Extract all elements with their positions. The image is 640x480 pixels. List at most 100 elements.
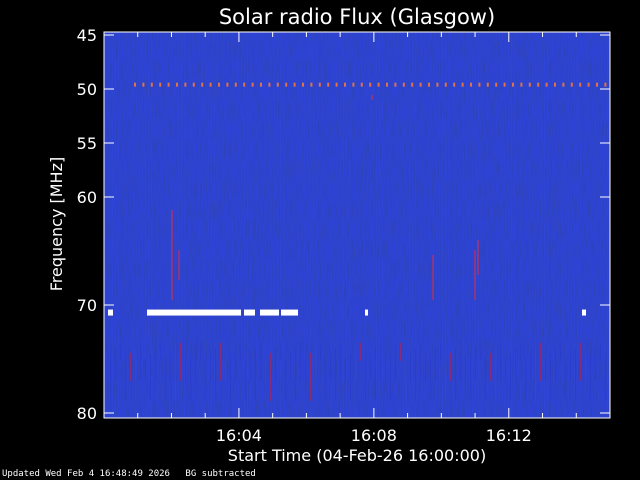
noise-streak [412,33,413,417]
noise-streak [397,33,398,417]
noise-streak [352,33,353,417]
noise-streak [298,33,299,417]
noise-streak [472,33,473,417]
interference-dot [192,82,195,87]
lower-speckle [590,352,591,401]
noise-streak [307,33,308,417]
lower-speckle [150,352,151,401]
noise-streak [526,33,527,417]
noise-streak [556,33,557,417]
noise-streak [211,33,212,417]
interference-dot [251,82,254,87]
noise-streak [181,33,182,417]
x-tick-label: 16:12 [486,426,532,445]
lower-speckle [360,342,361,361]
plot-area [103,31,611,419]
burst-trace [474,250,476,300]
noise-streak [121,33,122,417]
noise-streak [406,33,407,417]
noise-streak [553,33,554,417]
noise-streak [508,33,509,417]
interference-dot [402,82,405,87]
noise-streak [388,33,389,417]
spectrogram-noise [104,32,610,418]
noise-streak [433,33,434,417]
lower-speckle [165,357,166,401]
interference-dot [360,82,363,87]
interference-dot [268,82,271,87]
noise-streak [268,33,269,417]
lower-speckle [445,357,446,401]
noise-streak [241,33,242,417]
interference-dot [285,82,288,87]
lower-speckle [195,347,196,381]
x-tick-label: 16:04 [216,426,262,445]
noise-streak [451,33,452,417]
interference-dot [176,82,178,87]
interference-dot [461,82,464,87]
saturated-band [147,309,241,316]
lower-speckle [275,347,276,381]
noise-streak [571,33,572,417]
lower-speckle [285,357,286,401]
noise-streak [163,33,164,417]
lower-speckle [135,347,136,401]
interference-dot [150,82,153,87]
noise-streak [457,33,458,417]
interference-dot [142,82,145,87]
burst-trace [371,95,373,100]
interference-dot [428,82,430,87]
noise-streak [202,33,203,417]
lower-speckle [110,352,111,401]
x-tick-label: 16:08 [351,426,397,445]
interference-dot [276,82,279,87]
noise-streak [538,33,539,417]
noise-streak [319,33,320,417]
noise-streak [367,33,368,417]
noise-streak [283,33,284,417]
noise-streak [118,33,119,417]
burst-trace [477,240,479,275]
lower-speckle [370,352,371,381]
noise-streak [178,33,179,417]
noise-streak [514,33,515,417]
interference-dot [579,82,582,87]
noise-streak [124,33,125,417]
lower-speckle [480,342,481,361]
noise-streak [259,33,260,417]
noise-streak [394,33,395,417]
noise-streak [463,33,464,417]
lower-speckle [575,347,576,401]
interference-dot [302,82,304,87]
noise-streak [373,33,374,417]
noise-streak [592,33,593,417]
lower-speckle [205,357,206,401]
noise-streak [322,33,323,417]
lower-speckle [500,342,501,381]
lower-speckle [125,357,126,401]
noise-streak [262,33,263,417]
noise-streak [589,33,590,417]
interference-dot [327,82,330,87]
interference-dot [394,82,397,87]
y-tick-label: 70 [77,296,97,315]
interference-dot [243,82,246,87]
noise-streak [484,33,485,417]
noise-streak [364,33,365,417]
noise-streak [559,33,560,417]
lower-speckle [240,342,241,361]
lower-speckle [400,342,401,361]
noise-streak [517,33,518,417]
noise-streak [343,33,344,417]
lower-speckle [330,352,331,381]
interference-dot [159,82,162,87]
interference-dot [495,82,498,87]
noise-streak [292,33,293,417]
lower-speckle [140,342,141,381]
interference-dot [554,82,556,87]
noise-streak [361,33,362,417]
y-tick-label: 55 [77,134,97,153]
noise-streak [346,33,347,417]
interference-dot [419,82,422,87]
lower-speckle [410,352,411,381]
